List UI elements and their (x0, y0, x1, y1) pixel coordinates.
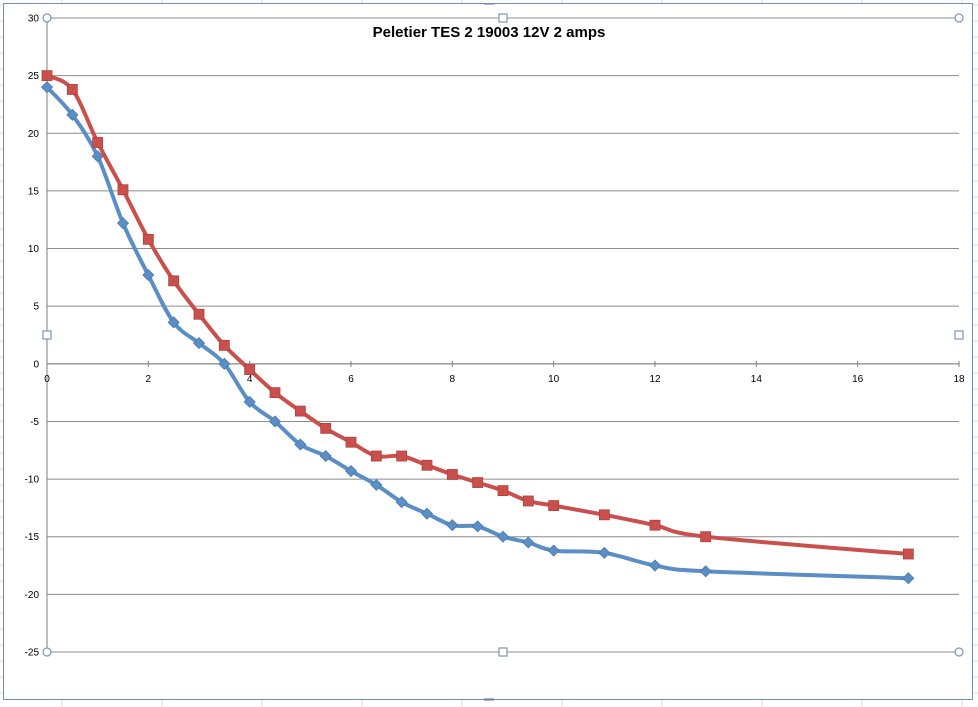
x-tick-label: 4 (247, 374, 253, 385)
resize-handle[interactable] (954, 13, 964, 23)
data-point-marker[interactable] (902, 548, 914, 560)
data-point-marker[interactable] (547, 544, 560, 557)
y-tick-label: 0 (33, 359, 39, 370)
selection-handles[interactable] (42, 4, 964, 701)
data-point-marker[interactable] (218, 339, 230, 351)
data-point-marker[interactable] (168, 275, 180, 287)
data-point-marker[interactable] (649, 519, 661, 531)
y-tick-label: -5 (30, 417, 39, 428)
data-point-marker[interactable] (548, 500, 560, 512)
data-point-marker[interactable] (472, 477, 484, 488)
data-point-marker[interactable] (700, 531, 712, 543)
data-point-marker[interactable] (370, 450, 382, 462)
y-tick-label: 10 (28, 244, 40, 255)
data-point-marker[interactable] (193, 308, 205, 320)
y-tick-label: -15 (25, 532, 40, 543)
series-2[interactable] (41, 70, 914, 560)
chart-title[interactable]: Peletier TES 2 19003 12V 2 amps (373, 24, 606, 41)
resize-handle[interactable] (42, 330, 52, 340)
x-tick-label: 8 (450, 374, 456, 385)
resize-handle[interactable] (954, 330, 964, 340)
y-tick-label: 20 (28, 129, 40, 140)
x-tick-label: 12 (649, 374, 661, 385)
data-point-marker[interactable] (446, 519, 459, 532)
x-tick-label: 14 (751, 374, 763, 385)
data-point-marker[interactable] (522, 536, 535, 549)
y-tick-label: 5 (33, 302, 39, 313)
tick-labels: 30 25 20 15 10 5 0 -5 -10 -15 -20 -25 0 2 4 6 8 10 12 14 16 1… (25, 14, 965, 659)
data-point-marker[interactable] (446, 469, 458, 480)
resize-handle[interactable] (498, 13, 508, 23)
data-point-marker[interactable] (396, 450, 408, 462)
data-point-marker[interactable] (320, 422, 332, 434)
data-point-marker[interactable] (66, 84, 78, 95)
data-point-marker[interactable] (648, 559, 662, 572)
data-point-marker[interactable] (117, 184, 129, 196)
resize-handle[interactable] (42, 13, 52, 23)
series-1-line[interactable] (45, 85, 911, 581)
resize-handle[interactable] (954, 647, 964, 657)
data-point-marker[interactable] (92, 137, 104, 148)
x-tick-label: 6 (348, 374, 354, 385)
data-point-marker[interactable] (345, 436, 357, 448)
x-tick-label: 10 (548, 374, 560, 385)
gridlines (47, 17, 959, 653)
data-point-marker[interactable] (142, 233, 154, 245)
data-point-marker[interactable] (116, 217, 130, 230)
data-point-marker[interactable] (294, 405, 306, 417)
data-point-marker[interactable] (699, 565, 712, 578)
x-tick-label: 18 (953, 374, 965, 385)
x-tick-label: 0 (44, 374, 50, 385)
series-1[interactable] (40, 81, 915, 585)
data-point-marker[interactable] (496, 530, 510, 543)
data-series[interactable] (40, 70, 915, 585)
data-point-marker[interactable] (497, 485, 509, 497)
chart-plot-area[interactable]: 30 25 20 15 10 5 0 -5 -10 -15 -20 -25 0 2 4 6 8 10 12 14 16 1… (4, 4, 974, 701)
data-point-marker[interactable] (522, 495, 534, 507)
data-point-marker[interactable] (421, 459, 433, 471)
resize-handle[interactable] (498, 647, 508, 657)
y-tick-label: -25 (25, 648, 40, 659)
y-tick-label: -10 (25, 475, 40, 486)
y-tick-label: 30 (28, 14, 40, 25)
data-point-marker[interactable] (269, 387, 281, 399)
axes (46, 18, 960, 652)
data-point-marker[interactable] (598, 509, 610, 521)
x-tick-label: 2 (146, 374, 152, 385)
chart-object[interactable]: 30 25 20 15 10 5 0 -5 -10 -15 -20 -25 0 2 4 6 8 10 12 14 16 1… (3, 3, 974, 701)
y-tick-label: -20 (25, 590, 40, 601)
data-point-marker[interactable] (471, 520, 484, 533)
y-tick-label: 15 (28, 186, 40, 197)
data-point-marker[interactable] (598, 546, 611, 559)
y-tick-label: 25 (28, 71, 40, 82)
data-point-marker[interactable] (41, 70, 53, 82)
data-point-marker[interactable] (902, 572, 915, 585)
x-tick-label: 16 (852, 374, 864, 385)
resize-handle[interactable] (42, 647, 52, 657)
